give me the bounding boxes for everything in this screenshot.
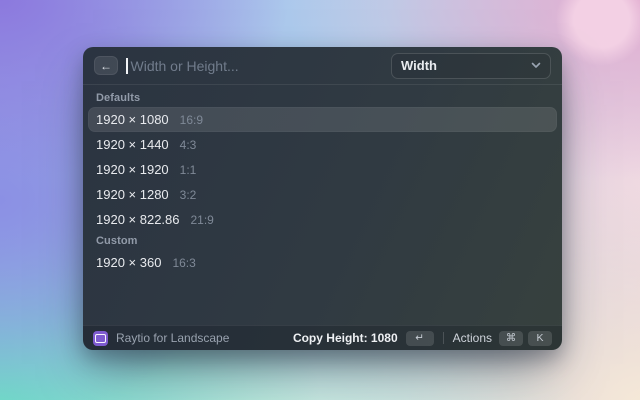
dropdown-value: Width xyxy=(401,58,437,73)
list-item[interactable]: 1920 × 1440 4:3 xyxy=(88,132,557,157)
ratio-label: 16:3 xyxy=(172,255,196,270)
list-item[interactable]: 1920 × 822.86 21:9 xyxy=(88,207,557,232)
ratio-label: 16:9 xyxy=(179,112,204,127)
desktop-background: ← Width or Height... Width Defaults 1920 … xyxy=(0,0,640,400)
action-bar: Raytio for Landscape Copy Height: 1080 ↵… xyxy=(83,325,562,350)
ratio-label: 3:2 xyxy=(179,187,197,202)
aspect-ratio-icon xyxy=(93,330,108,346)
search-bar: ← Width or Height... Width xyxy=(83,47,562,85)
size-label: 1920 × 360 xyxy=(96,255,162,270)
list-item[interactable]: 1920 × 1920 1:1 xyxy=(88,157,557,182)
section-header: Custom xyxy=(96,235,138,247)
list-item[interactable]: 1920 × 360 16:3 xyxy=(88,250,557,275)
chevron-down-icon xyxy=(531,62,541,68)
back-button[interactable]: ← xyxy=(94,56,118,75)
size-label: 1920 × 1280 xyxy=(96,187,169,202)
app-name-label: Raytio for Landscape xyxy=(116,331,230,345)
ratio-label: 1:1 xyxy=(179,162,197,177)
ratio-label: 21:9 xyxy=(190,212,214,227)
actions-button[interactable]: Actions xyxy=(453,331,492,345)
list-item[interactable]: 1920 × 1280 3:2 xyxy=(88,182,557,207)
size-list: Defaults 1920 × 1080 16:9 1920 × 1440 4:3 192… xyxy=(83,85,562,325)
back-arrow-icon: ← xyxy=(100,58,112,73)
section-header: Defaults xyxy=(96,92,141,104)
footer-divider xyxy=(442,332,444,344)
list-item[interactable]: 1920 × 1080 16:9 xyxy=(88,107,557,132)
raycast-window: ← Width or Height... Width Defaults 1920 … xyxy=(83,47,562,350)
size-label: 1920 × 1440 xyxy=(96,137,169,152)
return-key-icon[interactable]: ↵ xyxy=(405,330,434,346)
size-label: 1920 × 1920 xyxy=(96,162,169,177)
cmd-key-icon[interactable]: ⌘ xyxy=(499,330,523,346)
search-input[interactable]: Width or Height... xyxy=(131,58,239,74)
size-label: 1920 × 822.86 xyxy=(96,212,180,227)
dimension-dropdown[interactable]: Width xyxy=(391,52,551,79)
ratio-label: 4:3 xyxy=(179,137,197,152)
primary-action-label[interactable]: Copy Height: 1080 xyxy=(293,331,398,345)
size-label: 1920 × 1080 xyxy=(96,112,169,127)
text-cursor xyxy=(126,57,128,74)
k-key-icon[interactable]: K xyxy=(528,330,552,346)
